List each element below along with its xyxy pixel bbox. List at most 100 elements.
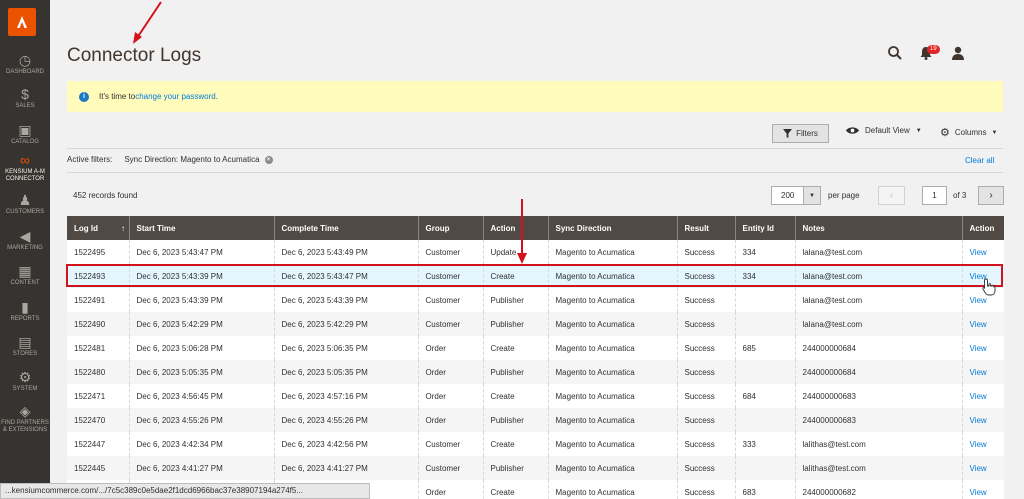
sort-ascending-icon: ↑ <box>121 223 125 233</box>
sidebar-item-label: DASHBOARD <box>5 69 44 75</box>
sidebar-nav-icon: ◈ <box>19 403 31 419</box>
filters-label: Filters <box>796 129 818 138</box>
caret-down-icon: ▼ <box>991 129 998 136</box>
previous-page-button[interactable]: ‹ <box>878 186 905 205</box>
column-header-label: Log Id <box>74 223 98 233</box>
column-header-label: Sync Direction <box>555 223 612 233</box>
sidebar-item-sales[interactable]: $ SALES <box>0 86 50 110</box>
records-found: 452 records found <box>73 191 138 200</box>
default-view-switcher[interactable]: Default View ▼ <box>846 126 922 135</box>
caret-down-icon[interactable]: ▼ <box>803 187 820 204</box>
column-header[interactable]: Complete Time <box>273 216 418 240</box>
table-row[interactable]: 1522491 Dec 6, 2023 5:43:39 PM Dec 6, 2023… <box>67 288 1004 312</box>
table-row[interactable]: 1522490 Dec 6, 2023 5:42:29 PM Dec 6, 2023… <box>67 312 1004 336</box>
view-link[interactable]: View <box>961 408 1004 432</box>
table-cell: Success <box>676 264 735 288</box>
sidebar-item-system[interactable]: ⚙ SYSTEM <box>0 369 50 393</box>
table-cell: Dec 6, 2023 5:06:28 PM <box>128 336 274 360</box>
table-cell: Publisher <box>482 360 548 384</box>
table-cell: 244000000683 <box>794 408 962 432</box>
adobe-logo[interactable] <box>8 8 36 36</box>
table-row[interactable]: 1522471 Dec 6, 2023 4:56:45 PM Dec 6, 2023… <box>67 384 1004 408</box>
sidebar-item-content[interactable]: ▦ CONTENT <box>0 263 50 287</box>
column-header[interactable]: Log Id ↑ <box>67 216 129 240</box>
table-cell: 1522445 <box>67 456 129 480</box>
table-cell: Success <box>676 312 735 336</box>
adobe-logo-icon <box>17 16 27 28</box>
table-row[interactable]: 1522470 Dec 6, 2023 4:55:26 PM Dec 6, 2023… <box>67 408 1004 432</box>
table-row[interactable]: 1522495 Dec 6, 2023 5:43:47 PM Dec 6, 2023… <box>67 240 1004 264</box>
clear-all-link[interactable]: Clear all <box>965 156 994 165</box>
view-link[interactable]: View <box>961 240 1004 264</box>
notification-count-badge: 19 <box>927 45 940 54</box>
table-cell: 1522490 <box>67 312 129 336</box>
view-link[interactable]: View <box>961 432 1004 456</box>
change-password-link[interactable]: change your password <box>135 92 216 101</box>
table-cell: Customer <box>417 432 483 456</box>
columns-control[interactable]: ⚙ Columns ▼ <box>940 126 997 139</box>
table-row[interactable]: 1522481 Dec 6, 2023 5:06:28 PM Dec 6, 2023… <box>67 336 1004 360</box>
view-link[interactable]: View <box>961 360 1004 384</box>
view-link[interactable]: View <box>961 480 1004 499</box>
sidebar-item-label: MARKETING <box>7 245 43 251</box>
table-cell <box>734 408 795 432</box>
table-cell: Success <box>676 384 735 408</box>
search-icon[interactable] <box>887 45 903 61</box>
sidebar-item-marketing[interactable]: ◀ MARKETING <box>0 228 50 252</box>
filters-button[interactable]: Filters <box>772 124 829 143</box>
view-link[interactable]: View <box>961 456 1004 480</box>
table-cell: 333 <box>734 432 795 456</box>
remove-filter-icon[interactable]: ✕ <box>264 155 273 164</box>
table-cell: lalana@test.com <box>794 240 962 264</box>
user-account-icon[interactable] <box>950 45 966 61</box>
sidebar-item-reports[interactable]: ▮ REPORTS <box>0 299 50 323</box>
page-number-input[interactable]: 1 <box>922 186 947 205</box>
sidebar-item-catalog[interactable]: ▣ CATALOG <box>0 122 50 146</box>
column-header[interactable]: Result <box>676 216 735 240</box>
table-cell: Dec 6, 2023 5:43:39 PM <box>128 288 274 312</box>
sidebar-item-dashboard[interactable]: ◷ DASHBOARD <box>0 52 50 76</box>
table-cell: Magento to Acumatica <box>547 240 677 264</box>
table-cell: Magento to Acumatica <box>547 456 677 480</box>
table-cell: Create <box>482 432 548 456</box>
sidebar-nav-icon: $ <box>21 86 29 102</box>
table-cell: Magento to Acumatica <box>547 408 677 432</box>
column-header[interactable]: Notes <box>794 216 962 240</box>
column-header-label: Start Time <box>136 223 176 233</box>
view-link[interactable]: View <box>961 384 1004 408</box>
next-page-button[interactable]: › <box>978 186 1004 205</box>
sidebar-item-kensium-a-m-connector[interactable]: ∞ KENSIUM A-M CONNECTOR <box>0 152 50 183</box>
column-header-label: Notes <box>802 223 825 233</box>
view-link[interactable]: View <box>961 312 1004 336</box>
column-header[interactable]: Group <box>417 216 483 240</box>
table-row[interactable]: 1522493 Dec 6, 2023 5:43:39 PM Dec 6, 2023… <box>67 264 1004 288</box>
column-header[interactable]: Action <box>961 216 1004 240</box>
column-header[interactable]: Action <box>482 216 548 240</box>
sidebar-nav-icon: ◷ <box>18 52 32 68</box>
table-row[interactable]: 1522480 Dec 6, 2023 5:05:35 PM Dec 6, 2023… <box>67 360 1004 384</box>
table-cell: Success <box>676 288 735 312</box>
per-page-label: per page <box>828 191 860 200</box>
column-header[interactable]: Sync Direction <box>547 216 677 240</box>
view-link[interactable]: View <box>961 336 1004 360</box>
per-page-select[interactable]: 200 ▼ <box>771 186 821 205</box>
table-cell: 1522470 <box>67 408 129 432</box>
table-cell: Customer <box>417 264 483 288</box>
table-cell: 244000000684 <box>794 336 962 360</box>
sidebar-nav-icon: ▣ <box>18 122 32 138</box>
sidebar-nav-icon: ▦ <box>18 263 32 279</box>
table-row[interactable]: 1522447 Dec 6, 2023 4:42:34 PM Dec 6, 2023… <box>67 432 1004 456</box>
sidebar-item-stores[interactable]: ▤ STORES <box>0 334 50 358</box>
table-cell: Dec 6, 2023 4:57:16 PM <box>273 384 418 408</box>
sidebar-item-customers[interactable]: ♟ CUSTOMERS <box>0 192 50 216</box>
page-count: of 3 <box>953 191 967 200</box>
divider <box>67 172 1003 173</box>
table-cell: Success <box>676 456 735 480</box>
column-header[interactable]: Entity Id <box>734 216 795 240</box>
sidebar-item-label: STORES <box>12 351 38 357</box>
sidebar-nav-icon: ♟ <box>18 192 32 208</box>
table-row[interactable]: 1522445 Dec 6, 2023 4:41:27 PM Dec 6, 2023… <box>67 456 1004 480</box>
sidebar-item-find-partners-extensions[interactable]: ◈ FIND PARTNERS & EXTENSIONS <box>0 403 50 434</box>
sidebar-nav-icon: ∞ <box>20 152 30 168</box>
column-header[interactable]: Start Time <box>128 216 274 240</box>
